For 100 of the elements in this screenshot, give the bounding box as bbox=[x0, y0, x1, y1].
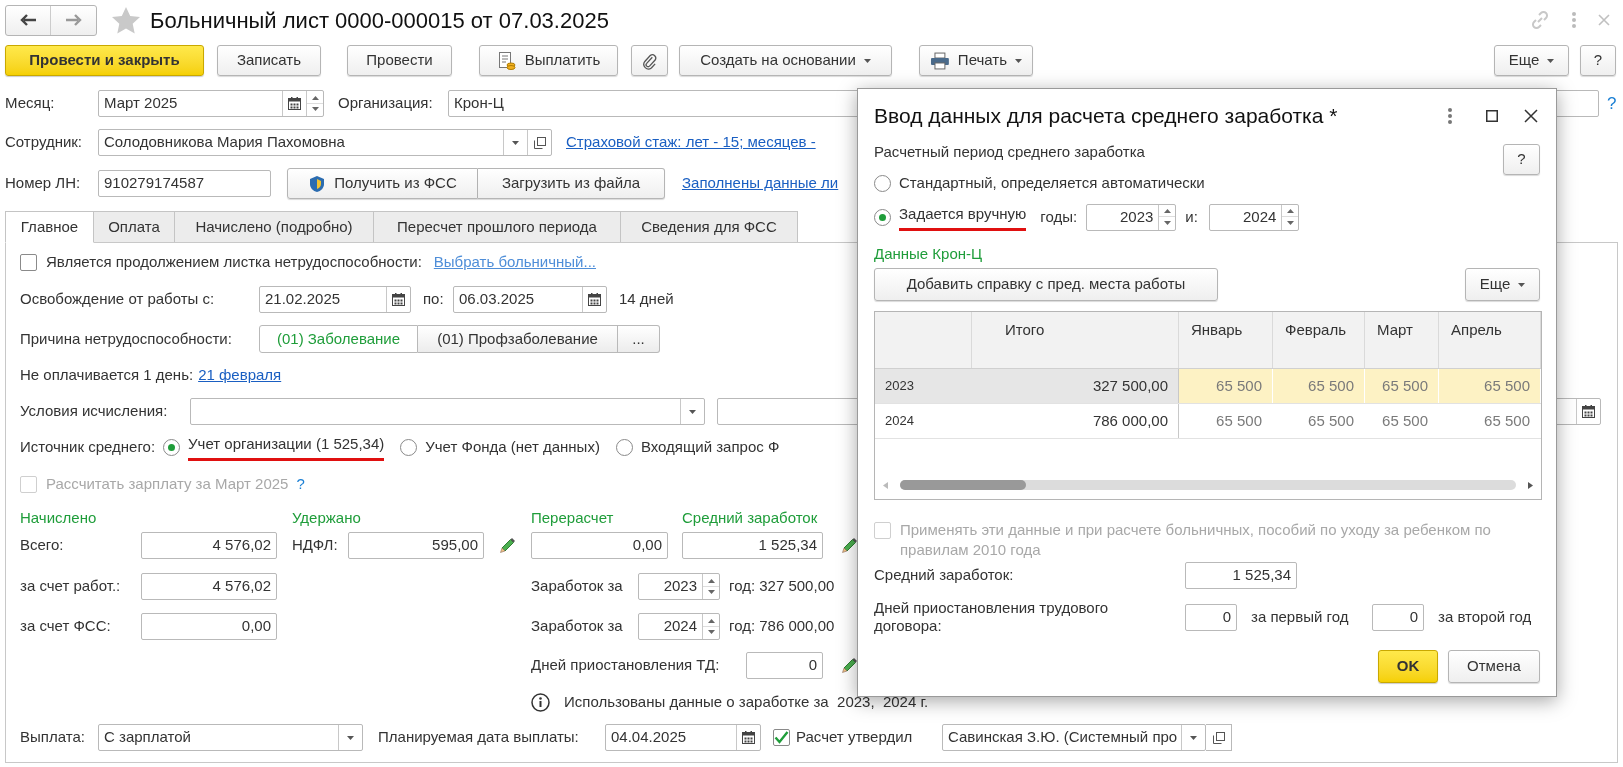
date-field[interactable]: 04.04.2025 bbox=[605, 724, 761, 751]
tab[interactable]: Начислено (подробно) bbox=[175, 211, 374, 243]
toolbar-button[interactable]: Загрузить из файла bbox=[478, 168, 665, 199]
spin-button[interactable] bbox=[306, 91, 323, 116]
checkbox[interactable] bbox=[20, 253, 37, 271]
spin-down-icon[interactable] bbox=[311, 107, 319, 112]
table-row[interactable]: 2023 327 500,00 65 500 65 500 65 500 65 500 bbox=[875, 369, 1541, 404]
spin-button[interactable] bbox=[1281, 204, 1299, 230]
more-icon[interactable] bbox=[1448, 108, 1452, 124]
filled-data-link[interactable]: Заполнены данные ли bbox=[682, 172, 839, 195]
payment-field[interactable]: С зарплатой bbox=[98, 724, 363, 751]
maximize-icon[interactable] bbox=[1486, 110, 1498, 122]
tab[interactable]: Пересчет прошлого периода bbox=[374, 211, 621, 243]
column-header[interactable]: Апрель bbox=[1439, 312, 1541, 368]
approver-field[interactable]: Савинская З.Ю. (Системный про bbox=[942, 724, 1206, 751]
column-header[interactable]: Февраль bbox=[1273, 312, 1365, 368]
year-field[interactable]: 2023 bbox=[638, 573, 720, 600]
toolbar-button[interactable]: Получить из ФСС bbox=[287, 168, 478, 199]
column-header[interactable]: Итого bbox=[972, 312, 1179, 368]
dialog-button[interactable]: OK bbox=[1378, 650, 1438, 683]
caret-icon bbox=[1190, 735, 1197, 740]
toolbar-button[interactable]: Печать bbox=[919, 45, 1033, 76]
spin-up-icon[interactable] bbox=[311, 95, 319, 100]
field-label: Всего: bbox=[20, 535, 65, 556]
amount-field[interactable]: 4 576,02 bbox=[141, 532, 277, 559]
sick-leave-number-field[interactable]: 910279174587 bbox=[98, 170, 271, 197]
close-icon[interactable] bbox=[1524, 109, 1538, 123]
tab[interactable]: Главное bbox=[5, 211, 94, 243]
year-field[interactable]: 2024 bbox=[1209, 203, 1300, 231]
employee-field[interactable]: Солодовникова Мария Пахомовна bbox=[98, 129, 552, 156]
option-label: Стандартный, определяется автоматически bbox=[899, 172, 1205, 193]
toolbar-button[interactable]: Провести bbox=[347, 45, 452, 76]
help-link[interactable]: ? bbox=[1607, 90, 1617, 117]
days-field[interactable]: 0 bbox=[1372, 603, 1424, 631]
pencil-icon[interactable] bbox=[499, 537, 516, 554]
toolbar-button[interactable]: Записать bbox=[217, 45, 321, 76]
amount-field[interactable]: 1 525,34 bbox=[682, 532, 823, 559]
days-field[interactable]: 0 bbox=[746, 652, 823, 679]
add-certificate-button[interactable]: Добавить справку с пред. места работы bbox=[874, 268, 1218, 301]
date-link[interactable]: 21 февраля bbox=[198, 363, 282, 387]
reason-option[interactable]: (01) Профзаболевание bbox=[418, 325, 618, 353]
dialog-button[interactable]: Отмена bbox=[1448, 650, 1540, 683]
checkbox[interactable] bbox=[773, 729, 790, 746]
caret-icon bbox=[863, 58, 871, 63]
spin-up-icon[interactable] bbox=[1163, 209, 1171, 214]
spin-down-icon[interactable] bbox=[707, 630, 715, 635]
radio-button[interactable] bbox=[874, 174, 891, 192]
pencil-icon[interactable] bbox=[841, 657, 858, 674]
toolbar-button[interactable]: Создать на основании bbox=[679, 45, 892, 76]
caret-icon bbox=[512, 140, 519, 145]
tab[interactable]: Сведения для ФСС bbox=[621, 211, 798, 243]
radio-button[interactable] bbox=[163, 438, 181, 456]
help-button[interactable]: ? bbox=[1503, 144, 1540, 175]
column-header[interactable]: Январь bbox=[1179, 312, 1273, 368]
days-field[interactable]: 0 bbox=[1185, 603, 1237, 631]
toolbar-button[interactable]: Провести и закрыть bbox=[5, 45, 204, 76]
copy-icon bbox=[533, 136, 546, 149]
radio-button[interactable] bbox=[874, 208, 891, 226]
checkbox-label: Применять эти данные и при расчете больничных, пособий по уходу за ребенком по правилам 2010 года bbox=[900, 520, 1492, 560]
spin-button[interactable] bbox=[702, 614, 719, 639]
attach-button[interactable] bbox=[631, 45, 668, 76]
more-button[interactable]: ... bbox=[618, 325, 660, 353]
year-field[interactable]: 2024 bbox=[638, 613, 720, 640]
toolbar-button[interactable]: Еще bbox=[1494, 45, 1569, 76]
month-field[interactable]: Март 2025 bbox=[98, 90, 324, 117]
amount-field[interactable]: 1 525,34 bbox=[1185, 562, 1297, 589]
pencil-icon[interactable] bbox=[841, 537, 858, 554]
star-icon[interactable] bbox=[112, 6, 140, 34]
reason-option[interactable]: (01) Заболевание bbox=[259, 325, 418, 353]
spin-down-icon[interactable] bbox=[1286, 220, 1294, 225]
amount-field[interactable]: 0,00 bbox=[141, 613, 277, 640]
spin-button[interactable] bbox=[702, 574, 719, 599]
insurance-link[interactable]: Страховой стаж: лет - 15; месяцев - bbox=[566, 131, 816, 154]
tab[interactable]: Оплата bbox=[94, 211, 175, 243]
spin-up-icon[interactable] bbox=[707, 618, 715, 623]
year-field[interactable]: 2023 bbox=[1086, 203, 1177, 231]
date-field[interactable]: 21.02.2025 bbox=[259, 286, 411, 313]
amount-field[interactable]: 4 576,02 bbox=[141, 573, 277, 600]
toolbar-button[interactable]: ? bbox=[1580, 45, 1616, 76]
amount-field[interactable]: 0,00 bbox=[531, 532, 668, 559]
spin-down-icon[interactable] bbox=[1163, 220, 1171, 225]
amount-field[interactable]: 595,00 bbox=[348, 532, 484, 559]
date-field[interactable]: 06.03.2025 bbox=[453, 286, 607, 313]
radio-button[interactable] bbox=[400, 438, 418, 456]
spin-up-icon[interactable] bbox=[1286, 209, 1294, 214]
spin-down-icon[interactable] bbox=[707, 590, 715, 595]
caret-icon bbox=[1015, 58, 1022, 63]
window-title: Больничный лист 0000-000015 от 07.03.2025 bbox=[150, 6, 609, 35]
conditions-field[interactable] bbox=[190, 398, 705, 425]
spin-button[interactable] bbox=[1158, 204, 1176, 230]
field-label: Заработок за bbox=[531, 576, 624, 597]
radio-button[interactable] bbox=[615, 438, 633, 456]
column-header[interactable]: Март bbox=[1365, 312, 1439, 368]
table-cell-text: 65 500 bbox=[1381, 410, 1429, 431]
toolbar-button[interactable]: Выплатить bbox=[479, 45, 618, 76]
spin-up-icon[interactable] bbox=[707, 578, 715, 583]
open-button[interactable] bbox=[1206, 724, 1232, 751]
table-row[interactable]: 2024 786 000,00 65 500 65 500 65 500 65 500 bbox=[875, 404, 1541, 439]
scroll-right-icon[interactable] bbox=[1528, 481, 1533, 489]
more-button[interactable]: Еще bbox=[1465, 268, 1540, 301]
